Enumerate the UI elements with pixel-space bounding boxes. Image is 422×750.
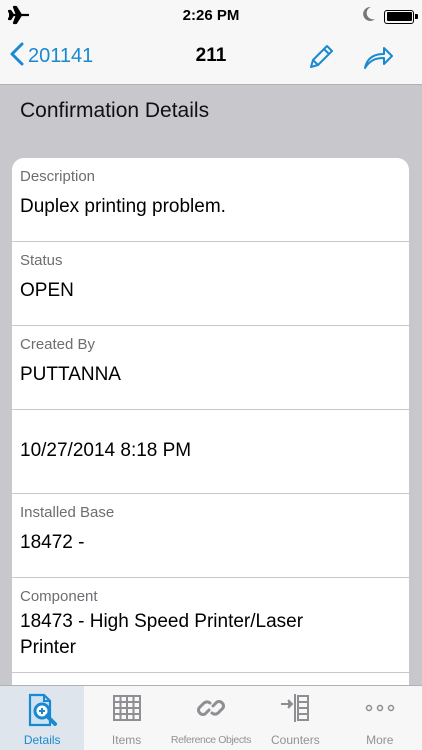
created-by-field: Created By PUTTANNA	[12, 326, 409, 410]
tab-details[interactable]: Details	[0, 686, 85, 750]
component-value-line-2: Printer	[20, 637, 76, 658]
share-icon[interactable]	[362, 44, 394, 72]
tab-counters-label: Counters	[271, 733, 320, 747]
component-value-line-1: 18473 - High Speed Printer/Laser	[20, 611, 304, 632]
tab-items-label: Items	[111, 733, 142, 747]
edit-icon[interactable]	[306, 42, 336, 72]
details-icon	[29, 693, 58, 727]
installed-base-field: Installed Base 18472 -	[12, 494, 409, 578]
tab-bar: Details Items Reference Objects Counters…	[0, 685, 422, 750]
created-on-field: 10/27/2014 8:18 PM	[12, 410, 409, 494]
airplane-icon	[7, 5, 30, 25]
grid-icon	[112, 695, 141, 721]
created-by-value: PUTTANNA	[20, 364, 121, 385]
description-value: Duplex printing problem.	[20, 196, 226, 217]
link-icon	[197, 700, 225, 716]
tab-counters[interactable]: Counters	[253, 686, 337, 750]
tab-reference-objects[interactable]: Reference Objects	[169, 686, 253, 750]
tab-more-label: More	[366, 733, 394, 747]
screen: 2:26 PM 201141 211 Confirmation Details …	[0, 0, 422, 750]
installed-base-value: 18472 -	[20, 532, 85, 553]
back-label: 201141	[28, 45, 94, 67]
section-title: Confirmation Details	[20, 99, 210, 122]
tab-items[interactable]: Items	[84, 686, 168, 750]
tab-more[interactable]: More	[338, 686, 422, 750]
description-label: Description	[20, 168, 96, 185]
component-label: Component	[20, 588, 98, 605]
created-by-label: Created By	[20, 336, 96, 353]
status-label: Status	[20, 252, 63, 269]
description-field: Description Duplex printing problem.	[12, 158, 409, 242]
status-bar: 2:26 PM	[0, 0, 422, 30]
tab-details-label: Details	[23, 733, 61, 747]
status-right-icons	[362, 6, 418, 27]
created-on-value: 10/27/2014 8:18 PM	[20, 440, 192, 461]
details-card: Description Duplex printing problem. Sta…	[12, 158, 409, 685]
tab-reference-objects-label: Reference Objects	[170, 734, 252, 746]
status-value: OPEN	[20, 280, 74, 301]
more-icon	[365, 704, 394, 712]
status-field: Status OPEN	[12, 242, 409, 326]
back-button[interactable]: 201141	[10, 42, 93, 71]
moon-icon	[362, 6, 376, 27]
battery-icon	[384, 9, 418, 24]
status-time: 2:26 PM	[182, 6, 240, 24]
component-field: Component 18473 - High Speed Printer/Las…	[12, 578, 409, 673]
nav-bar: 201141 211	[0, 30, 422, 85]
chevron-left-icon	[10, 42, 24, 71]
counters-icon	[281, 694, 310, 722]
installed-base-label: Installed Base	[20, 504, 115, 521]
